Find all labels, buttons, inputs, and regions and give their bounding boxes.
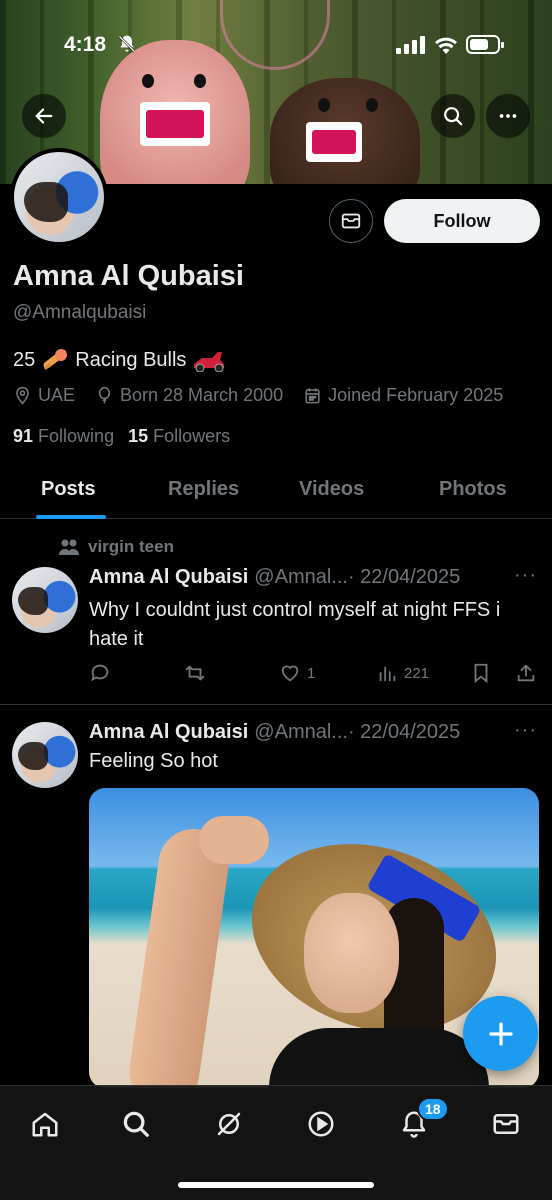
- post-date[interactable]: · 22/04/2025: [348, 566, 460, 589]
- post-author-handle[interactable]: @Amnal...: [254, 721, 348, 744]
- like-count: 1: [307, 664, 316, 682]
- active-tab-indicator: [36, 515, 106, 519]
- following-link[interactable]: 91 Following: [13, 426, 114, 447]
- arrow-left-icon: [35, 108, 53, 124]
- photo-shirt: [269, 1028, 489, 1088]
- post-context[interactable]: virgin teen: [58, 537, 174, 557]
- message-button[interactable]: [329, 199, 373, 243]
- nav-messages[interactable]: [486, 1104, 526, 1144]
- profile-handle: @Amnalqubaisi: [13, 302, 147, 323]
- like-button[interactable]: 1: [279, 662, 315, 684]
- profile-name: Amna Al Qubaisi: [13, 260, 244, 292]
- race-car-icon: [194, 352, 225, 372]
- notifications-badge: 18: [417, 1097, 449, 1121]
- view-count: 221: [404, 664, 430, 682]
- followers-link[interactable]: 15 Followers: [128, 426, 230, 447]
- tab-replies[interactable]: Replies: [168, 478, 239, 501]
- post-actions: 1 221: [89, 662, 539, 690]
- bookmark-button[interactable]: [470, 662, 492, 684]
- location-text: UAE: [38, 385, 76, 405]
- envelope-icon: [493, 1114, 519, 1134]
- calendar-icon: [305, 388, 320, 404]
- community-icon: [59, 539, 79, 555]
- share-button[interactable]: [515, 662, 537, 684]
- post-divider: [0, 704, 552, 705]
- views-button[interactable]: 221: [376, 662, 429, 684]
- more-options-button[interactable]: [486, 94, 530, 138]
- nav-grok[interactable]: [209, 1104, 249, 1144]
- joined-text: Joined February 2025: [328, 385, 504, 405]
- tab-photos[interactable]: Photos: [439, 478, 507, 501]
- post-author-name[interactable]: Amna Al Qubaisi: [89, 721, 248, 744]
- bell-off-icon: [118, 35, 136, 53]
- following-label: Following: [38, 426, 115, 446]
- post-author-name[interactable]: Amna Al Qubaisi: [89, 566, 248, 589]
- envelope-icon: [341, 213, 361, 229]
- status-bar: 4:18: [0, 0, 552, 70]
- wifi-icon: [435, 37, 457, 54]
- post-header: Amna Al Qubaisi @Amnal... · 22/04/2025: [89, 721, 460, 744]
- nav-home[interactable]: [25, 1104, 65, 1144]
- more-horizontal-icon: [499, 114, 517, 118]
- repost-icon: [185, 665, 205, 681]
- post-more-button[interactable]: ···: [514, 719, 537, 742]
- search-button[interactable]: [431, 94, 475, 138]
- tab-posts[interactable]: Posts: [41, 478, 95, 501]
- bio-age: 25: [13, 348, 36, 371]
- post-header: Amna Al Qubaisi @Amnal... · 22/04/2025: [89, 566, 460, 589]
- plus-icon: [488, 1021, 513, 1046]
- status-time: 4:18: [64, 33, 107, 56]
- photo-hand: [199, 816, 269, 864]
- reply-button[interactable]: [89, 662, 111, 684]
- search-icon: [444, 107, 463, 126]
- heart-icon: [281, 665, 299, 682]
- home-indicator[interactable]: [178, 1182, 374, 1188]
- balloon-icon: [98, 386, 111, 404]
- follow-button[interactable]: Follow: [384, 199, 540, 243]
- tab-videos[interactable]: Videos: [299, 478, 364, 501]
- profile-tabs: Posts Replies Videos Photos: [0, 462, 552, 519]
- bio-text: Racing Bulls: [75, 348, 187, 371]
- profile-meta: UAE Born 28 March 2000 Joined February 2…: [13, 385, 523, 406]
- home-icon: [32, 1112, 58, 1137]
- post-more-button[interactable]: ···: [514, 564, 537, 587]
- search-icon: [123, 1111, 149, 1137]
- post-text[interactable]: Why I couldnt just control myself at nig…: [89, 596, 541, 654]
- location-item: UAE: [13, 385, 75, 406]
- share-icon: [517, 664, 535, 682]
- post-text[interactable]: Feeling So hot: [89, 747, 541, 776]
- play-circle-icon: [308, 1111, 334, 1137]
- following-count: 91: [13, 426, 34, 446]
- photo-arm: [124, 824, 234, 1088]
- grok-icon: [217, 1112, 241, 1136]
- joined-item: Joined February 2025: [303, 385, 503, 406]
- post-context-text: virgin teen: [88, 537, 174, 556]
- location-pin-icon: [16, 386, 29, 405]
- post-date[interactable]: · 22/04/2025: [348, 721, 460, 744]
- post-author-avatar[interactable]: [12, 722, 78, 788]
- followers-count: 15: [128, 426, 149, 446]
- profile-avatar[interactable]: [10, 148, 108, 246]
- birthday-item: Born 28 March 2000: [95, 385, 283, 406]
- post-author-avatar[interactable]: [12, 567, 78, 633]
- follow-counts: 91 Following 15 Followers: [13, 426, 230, 447]
- nav-explore[interactable]: [116, 1104, 156, 1144]
- birthday-text: Born 28 March 2000: [120, 385, 284, 405]
- battery-icon: [466, 35, 504, 54]
- bookmark-icon: [474, 663, 488, 684]
- photo-face: [304, 893, 399, 1013]
- back-button[interactable]: [22, 94, 66, 138]
- cellular-signal-icon: [396, 36, 425, 54]
- reply-icon: [91, 664, 109, 682]
- post-author-handle[interactable]: @Amnal...: [254, 566, 348, 589]
- banner-brown-plush: [270, 78, 420, 184]
- profile-bio: 25 Racing Bulls: [13, 347, 226, 373]
- bar-chart-icon: [379, 666, 396, 682]
- followers-label: Followers: [153, 426, 231, 446]
- nav-videos[interactable]: [301, 1104, 341, 1144]
- ice-cream-icon: [43, 349, 68, 371]
- compose-post-button[interactable]: [463, 996, 538, 1071]
- repost-button[interactable]: [184, 662, 206, 684]
